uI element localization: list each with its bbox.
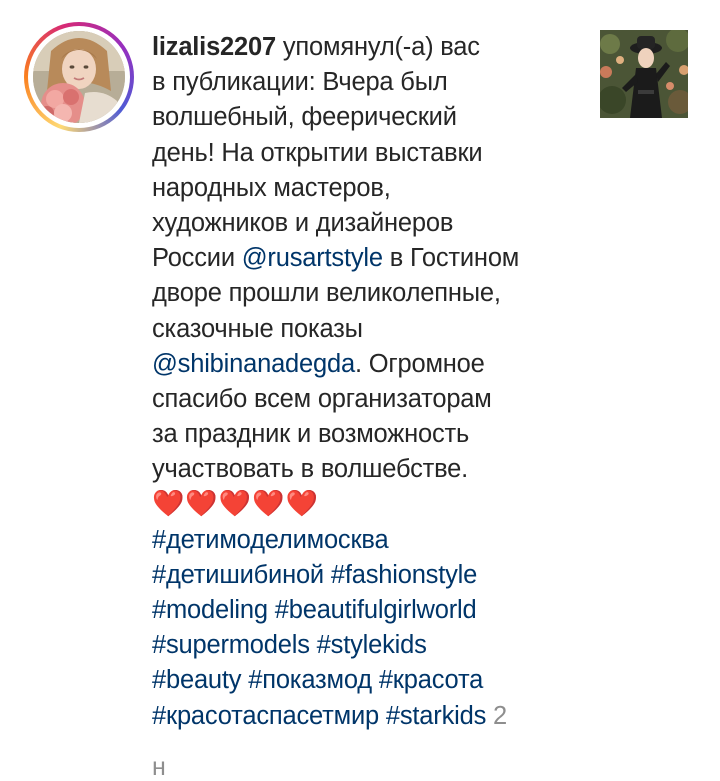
- story-ring[interactable]: [24, 22, 134, 132]
- message-line-13: участвовать в волшебстве.: [152, 455, 469, 484]
- mention-link-shibinanadegda[interactable]: @shibinanadegda: [152, 350, 355, 378]
- mention-notification[interactable]: lizalis2207 упомянул(-а) вас в публикаци…: [0, 0, 720, 780]
- message-line-20: #красотаспасетмир #starkids 2: [152, 699, 582, 734]
- hashtag-line-4[interactable]: #supermodels #stylekids: [152, 628, 582, 663]
- post-thumbnail[interactable]: [600, 30, 688, 118]
- notification-timestamp: 2: [486, 701, 507, 730]
- hashtag-line-1[interactable]: #детимоделимосква: [152, 523, 582, 558]
- message-text: России: [152, 244, 242, 273]
- timestamp-unit-partial: н: [152, 753, 166, 781]
- hashtag-line-2[interactable]: #детишибиной #fashionstyle: [152, 558, 582, 593]
- post-photo-icon: [600, 30, 688, 118]
- message-line-4: день! На открытии выставки: [152, 138, 483, 167]
- hashtag-line-3[interactable]: #modeling #beautifulgirlworld: [152, 593, 582, 628]
- message-line-11: спасибо всем организаторам: [152, 384, 492, 413]
- message-line-3: волшебный, феерический: [152, 103, 457, 132]
- message-text: . Огромное: [354, 349, 485, 378]
- username-link[interactable]: lizalis2207: [152, 33, 276, 61]
- message-line-7: России @rusartstyle в Гостином: [152, 241, 582, 276]
- avatar-photo-icon: [33, 31, 125, 123]
- avatar[interactable]: [33, 31, 125, 123]
- mention-link-rusartstyle[interactable]: @rusartstyle: [242, 244, 383, 272]
- hashtag-line-6[interactable]: #красотаспасетмир #starkids: [152, 702, 486, 730]
- message-line-14: ❤️❤️❤️❤️❤️: [152, 487, 582, 522]
- message-line-6: художников и дизайнеров: [152, 208, 454, 237]
- message-text: в Гостином: [382, 244, 520, 273]
- mention-action-text: упомянул(-а) вас: [275, 33, 480, 61]
- heart-emoji-icon: ❤️❤️❤️❤️❤️: [152, 489, 319, 520]
- message-line-10: @shibinanadegda. Огромное: [152, 347, 582, 382]
- message-line-9: сказочные показы: [152, 314, 363, 343]
- message-line-2: в публикации: Вчера был: [152, 68, 448, 97]
- notification-message: lizalis2207 упомянул(-а) вас в публикаци…: [152, 30, 582, 734]
- message-line-5: народных мастеров,: [152, 173, 391, 202]
- message-line-1: lizalis2207 упомянул(-а) вас: [152, 30, 582, 65]
- hashtag-line-5[interactable]: #beauty #показмод #красота: [152, 663, 582, 698]
- message-line-12: за праздник и возможность: [152, 420, 470, 449]
- message-line-8: дворе прошли великолепные,: [152, 279, 501, 308]
